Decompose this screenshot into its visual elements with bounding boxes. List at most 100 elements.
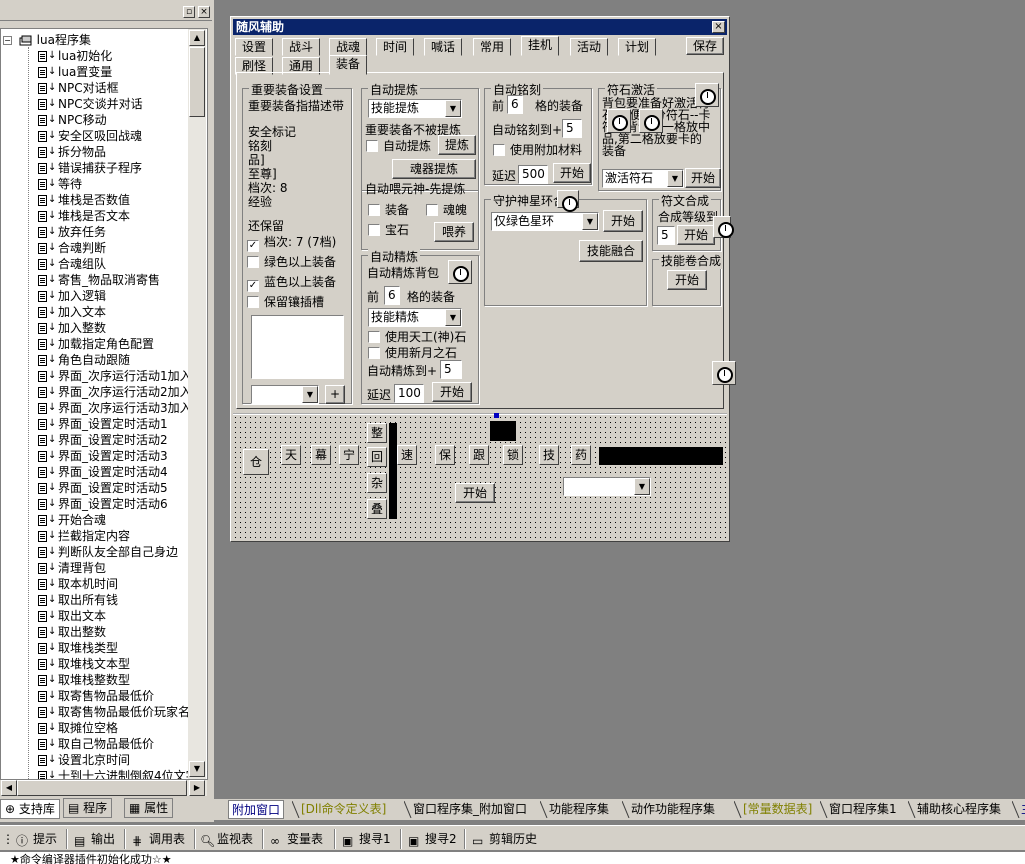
program-tree[interactable]: − lua程序集 ↓ lua初始化 ↓ lua置变量 ↓ NPC对话框 ↓ NPC交谈并对话 ↓… <box>0 28 208 780</box>
design-combo[interactable]: ▼ <box>563 477 651 496</box>
dropdown-arrow-icon[interactable]: ▼ <box>445 100 461 117</box>
tree-item[interactable]: ↓ 取寄售物品最低价 <box>1 688 191 704</box>
tiangong-checkbox[interactable]: 使用天工(神)石 <box>368 330 466 344</box>
tree-item[interactable]: ↓ 取出所有钱 <box>1 592 191 608</box>
tree-item[interactable]: ↓ 加入整数 <box>1 320 191 336</box>
die-button[interactable]: 叠 <box>367 499 387 519</box>
panel-restore-button[interactable]: ▫ <box>183 6 195 18</box>
green-equip-checkbox[interactable]: 绿色以上装备 <box>247 255 336 269</box>
tree-item[interactable]: ↓ 拆分物品 <box>1 144 191 160</box>
design-canvas[interactable]: 仓 天 幕 宁 整 回 杂 叠 速 保 跟 锁 技 药 开始 ▼ <box>233 413 727 539</box>
tab-activity[interactable]: 活动 <box>570 38 609 56</box>
panel-close-button[interactable]: × <box>198 6 210 18</box>
tian-button[interactable]: 天 <box>281 445 301 465</box>
output-button[interactable]: ▤ 输出 <box>74 829 115 849</box>
tree-item[interactable]: ↓ 取自己物品最低价 <box>1 736 191 752</box>
engrave-delay-input[interactable]: 500 <box>518 165 548 184</box>
tab-afk[interactable]: 挂机 <box>521 36 560 56</box>
extra-material-checkbox[interactable]: 使用附加材料 <box>493 143 582 157</box>
engrave-start-button[interactable]: 开始 <box>553 163 591 183</box>
dropdown-arrow-icon[interactable]: ▼ <box>582 213 598 230</box>
tree-item[interactable]: ↓ 十到十六进制倒叙4位文字 <box>1 768 191 779</box>
tree-item[interactable]: ↓ 加入文本 <box>1 304 191 320</box>
tree-item[interactable]: ↓ 拦截指定内容 <box>1 528 191 544</box>
tree-item[interactable]: ↓ 界面_设置定时活动4 <box>1 464 191 480</box>
scroll-thumb[interactable] <box>189 47 205 117</box>
tree-item[interactable]: ↓ 取寄售物品最低价玩家名 <box>1 704 191 720</box>
tree-item[interactable]: ↓ NPC移动 <box>1 112 191 128</box>
tree-vscroll[interactable]: ▲ ▼ <box>188 29 206 779</box>
level-7-checkbox[interactable]: ✓ 档次: 7 (7档) <box>247 235 336 252</box>
guardian-mode-combo[interactable]: 仅绿色星环 ▼ <box>491 212 599 231</box>
rune-start-button[interactable]: 开始 <box>685 168 721 188</box>
save-button[interactable]: 保存 <box>686 37 724 55</box>
tree-item[interactable]: ↓ 角色自动跟随 <box>1 352 191 368</box>
tree-item[interactable]: ↓ 判断队友全部自己身边 <box>1 544 191 560</box>
refine-mode-combo[interactable]: 技能提炼 ▼ <box>368 99 462 118</box>
scroll-up-icon[interactable]: ▲ <box>189 30 205 46</box>
tree-item[interactable]: ↓ 取本机时间 <box>1 576 191 592</box>
tree-item[interactable]: ↓ 开始合魂 <box>1 512 191 528</box>
cang-button[interactable]: 仓 <box>243 449 269 475</box>
tab-properties[interactable]: ▦ 属性 <box>124 798 174 818</box>
bao-button[interactable]: 保 <box>435 445 455 465</box>
file-tab[interactable]: [Dll命令定义表] <box>298 800 389 819</box>
refine-button[interactable]: 提炼 <box>438 135 476 155</box>
gen-button[interactable]: 跟 <box>469 445 489 465</box>
ning-button[interactable]: 宁 <box>339 445 359 465</box>
glyph-start-button[interactable]: 开始 <box>677 225 715 245</box>
tree-item[interactable]: ↓ 界面_次序运行活动1加入 <box>1 368 191 384</box>
tab-common[interactable]: 常用 <box>473 38 512 56</box>
watch-table-button[interactable]: 🔍︎ 监视表 <box>200 829 253 849</box>
zheng-button[interactable]: 整 <box>367 423 387 443</box>
tree-item[interactable]: ↓ 放弃任务 <box>1 224 191 240</box>
file-tab[interactable]: 功能程序集 <box>546 800 612 819</box>
tree-item[interactable]: ↓ 界面_次序运行活动2加入 <box>1 384 191 400</box>
tab-time[interactable]: 时间 <box>376 38 415 56</box>
rune-mode-combo[interactable]: 激活符石 ▼ <box>602 169 684 188</box>
keep-list[interactable] <box>251 315 344 379</box>
dialog-titlebar[interactable]: 随风辅助 × <box>233 19 727 35</box>
xinyue-checkbox[interactable]: 使用新月之石 <box>368 346 457 360</box>
search1-button[interactable]: ▣ 搜寻1 <box>342 829 391 849</box>
dropdown-arrow-icon[interactable]: ▼ <box>667 170 683 187</box>
tree-item[interactable]: ↓ 加入逻辑 <box>1 288 191 304</box>
tree-item[interactable]: ↓ 取堆栈文本型 <box>1 656 191 672</box>
tree-item[interactable]: ↓ lua初始化 <box>1 48 191 64</box>
tree-item[interactable]: ↓ 界面_设置定时活动6 <box>1 496 191 512</box>
tab-settings[interactable]: 设置 <box>235 38 274 56</box>
su-button[interactable]: 速 <box>397 445 417 465</box>
blue-equip-checkbox[interactable]: ✓ 蓝色以上装备 <box>247 275 336 292</box>
tree-item[interactable]: ↓ 界面_次序运行活动3加入 <box>1 400 191 416</box>
tree-item[interactable]: ↓ 错误捕获子程序 <box>1 160 191 176</box>
file-tab[interactable]: 主窗 <box>1018 800 1025 819</box>
tree-item[interactable]: ↓ 等待 <box>1 176 191 192</box>
var-table-button[interactable]: ∞ 变量表 <box>270 829 323 849</box>
call-table-button[interactable]: ⋕ 调用表 <box>132 829 185 849</box>
forge-mode-combo[interactable]: 技能精炼 ▼ <box>368 308 462 327</box>
tree-item[interactable]: ↓ 界面_设置定时活动3 <box>1 448 191 464</box>
file-tab[interactable]: 附加窗口 <box>228 800 285 819</box>
engrave-to-input[interactable]: 5 <box>562 119 582 138</box>
tree-item[interactable]: ↓ 堆栈是否文本 <box>1 208 191 224</box>
keep-slot-checkbox[interactable]: 保留镶插槽 <box>247 295 324 309</box>
soul-refine-button[interactable]: 魂器提炼 <box>392 159 476 179</box>
forge-to-input[interactable]: 5 <box>440 360 462 379</box>
forge-delay-input[interactable]: 100 <box>394 384 424 403</box>
skill-fuse-button[interactable]: 技能融合 <box>579 240 643 262</box>
feed-equip-checkbox[interactable]: 装备 <box>368 203 409 217</box>
clip-history-button[interactable]: ▭ 剪辑历史 <box>472 829 537 849</box>
tree-hscroll[interactable]: ◀ ▶ <box>1 780 207 796</box>
tree-item[interactable]: ↓ 堆栈是否数值 <box>1 192 191 208</box>
scroll-right-icon[interactable]: ▶ <box>189 780 205 796</box>
tree-item[interactable]: ↓ 合魂判断 <box>1 240 191 256</box>
tree-item[interactable]: ↓ 界面_设置定时活动1 <box>1 416 191 432</box>
forge-front-input[interactable]: 6 <box>384 286 400 305</box>
add-button[interactable]: + <box>325 385 345 404</box>
design-start-button[interactable]: 开始 <box>455 483 495 503</box>
glyph-level-input[interactable]: 5 <box>657 226 675 245</box>
yao-button[interactable]: 药 <box>571 445 591 465</box>
feed-soul-checkbox[interactable]: 魂魄 <box>426 203 467 217</box>
tree-item[interactable]: ↓ 取堆栈类型 <box>1 640 191 656</box>
dropdown-arrow-icon[interactable]: ▼ <box>634 478 650 495</box>
